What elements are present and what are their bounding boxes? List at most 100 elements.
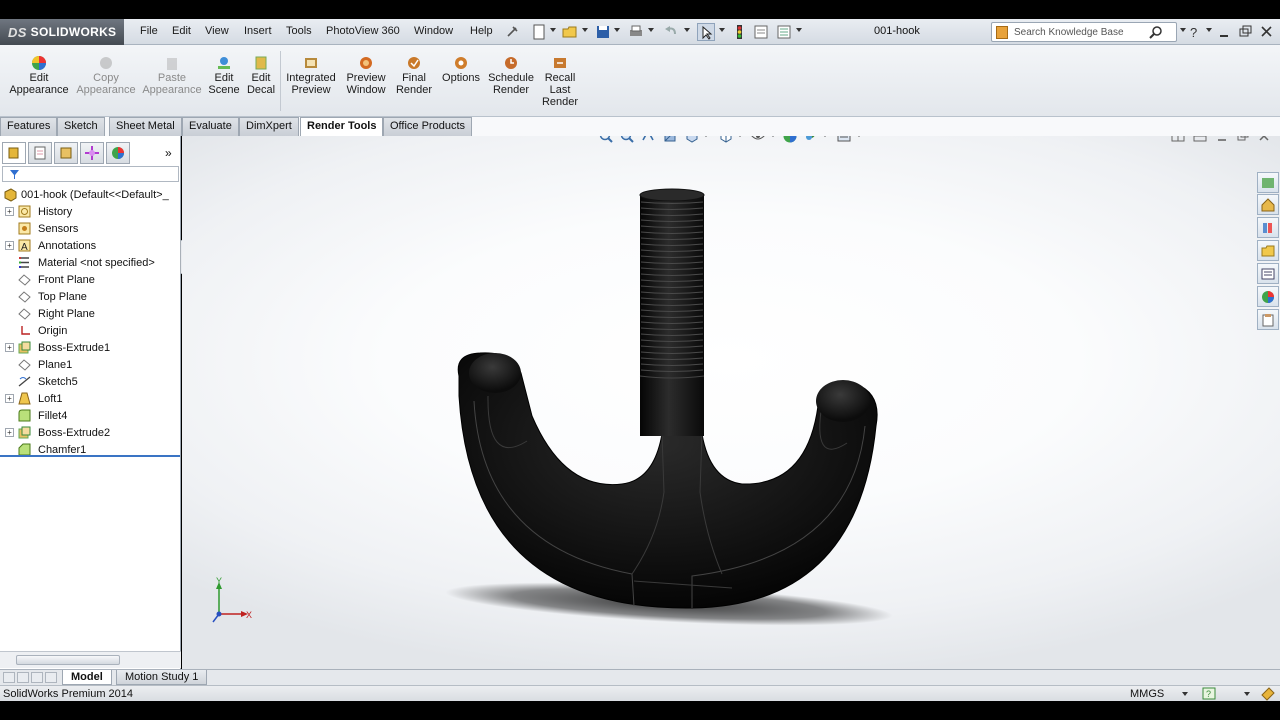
- tree-item-boss-extrude2[interactable]: + Boss-Extrude2: [0, 424, 181, 441]
- graphics-area[interactable]: Y X: [182, 136, 1280, 669]
- tree-filter[interactable]: [2, 166, 179, 182]
- view-palette-tab[interactable]: [1257, 240, 1279, 261]
- last-tab-arrow[interactable]: [45, 672, 57, 683]
- next-tab-arrow[interactable]: [31, 672, 43, 683]
- minimize-icon[interactable]: [1216, 23, 1234, 41]
- tab-model[interactable]: Model: [62, 670, 112, 685]
- close-icon[interactable]: [1258, 23, 1276, 41]
- search-icon[interactable]: [1148, 25, 1164, 41]
- search-box[interactable]: [991, 22, 1177, 42]
- undo-icon[interactable]: [662, 23, 680, 41]
- feature-tree-tab[interactable]: [2, 142, 26, 164]
- configuration-manager-tab[interactable]: [54, 142, 78, 164]
- solidworks-logo[interactable]: DS SOLIDWORKS: [0, 19, 124, 45]
- custom-properties-tab[interactable]: [1257, 263, 1279, 284]
- tab-sheet-metal[interactable]: Sheet Metal: [109, 117, 182, 136]
- display-manager-tab[interactable]: [106, 142, 130, 164]
- solidworks-resources-tab[interactable]: [1257, 172, 1279, 193]
- edit-decal-button[interactable]: Edit Decal: [245, 55, 277, 96]
- expand-icon[interactable]: +: [5, 241, 14, 250]
- tree-item-origin[interactable]: Origin: [0, 322, 181, 339]
- menu-tools[interactable]: Tools: [286, 25, 312, 37]
- new-document-icon[interactable]: [530, 23, 548, 41]
- final-render-button[interactable]: Final Render: [394, 55, 434, 96]
- open-dropdown-icon[interactable]: [582, 28, 588, 32]
- new-dropdown-icon[interactable]: [550, 28, 556, 32]
- save-icon[interactable]: [594, 23, 612, 41]
- tree-item-top-plane[interactable]: Top Plane: [0, 288, 181, 305]
- tree-root-part[interactable]: 001-hook (Default<<Default>_: [0, 186, 169, 203]
- unit-system[interactable]: MMGS: [1130, 688, 1164, 700]
- undo-dropdown-icon[interactable]: [684, 28, 690, 32]
- edit-appearance-button[interactable]: Edit Appearance: [8, 55, 70, 96]
- print-icon[interactable]: [627, 23, 645, 41]
- menu-help[interactable]: Help: [470, 25, 493, 37]
- tree-item-plane1[interactable]: Plane1: [0, 356, 181, 373]
- custom-properties-panel-tab[interactable]: [1257, 309, 1279, 330]
- status-dropdown-icon[interactable]: [1244, 692, 1250, 696]
- paste-appearance-button[interactable]: Paste Appearance: [142, 55, 202, 96]
- help-dropdown-icon[interactable]: [1206, 28, 1212, 32]
- design-library-tab[interactable]: [1257, 194, 1279, 215]
- tab-dimxpert[interactable]: DimXpert: [239, 117, 299, 136]
- recall-last-render-button[interactable]: Recall Last Render: [540, 55, 580, 108]
- tree-item-sketch5[interactable]: Sketch5: [0, 373, 181, 390]
- menu-view[interactable]: View: [205, 25, 229, 37]
- tree-item-loft1[interactable]: + Loft1: [0, 390, 181, 407]
- options-dropdown-icon[interactable]: [796, 28, 802, 32]
- tree-item-sensors[interactable]: Sensors: [0, 220, 181, 237]
- select-icon[interactable]: [697, 23, 715, 41]
- help-icon[interactable]: ?: [1185, 23, 1203, 41]
- print-dropdown-icon[interactable]: [648, 28, 654, 32]
- restore-icon[interactable]: [1237, 23, 1255, 41]
- integrated-preview-button[interactable]: Integrated Preview: [284, 55, 338, 96]
- menu-file[interactable]: File: [140, 25, 158, 37]
- rebuild-status-icon[interactable]: [1260, 686, 1276, 701]
- prev-tab-arrow[interactable]: [17, 672, 29, 683]
- tree-item-annotations[interactable]: + A Annotations: [0, 237, 181, 254]
- copy-appearance-button[interactable]: Copy Appearance: [76, 55, 136, 96]
- tab-render-tools[interactable]: Render Tools: [300, 117, 384, 137]
- expand-icon[interactable]: +: [5, 394, 14, 403]
- rollback-bar[interactable]: [0, 455, 180, 457]
- file-explorer-tab[interactable]: [1257, 217, 1279, 238]
- tab-motion-study[interactable]: Motion Study 1: [116, 670, 208, 685]
- tree-item-right-plane[interactable]: Right Plane: [0, 305, 181, 322]
- schedule-render-button[interactable]: Schedule Render: [488, 55, 534, 96]
- menu-insert[interactable]: Insert: [244, 25, 272, 37]
- tree-item-history[interactable]: + History: [0, 203, 181, 220]
- tab-office-products[interactable]: Office Products: [383, 117, 472, 136]
- rebuild-icon[interactable]: [730, 23, 748, 41]
- dimxpert-manager-tab[interactable]: [80, 142, 104, 164]
- tree-item-front-plane[interactable]: Front Plane: [0, 271, 181, 288]
- tab-sketch[interactable]: Sketch: [57, 117, 105, 136]
- menu-edit[interactable]: Edit: [172, 25, 191, 37]
- hook-part-model[interactable]: Y X: [182, 136, 1280, 669]
- first-tab-arrow[interactable]: [3, 672, 15, 683]
- expand-icon[interactable]: +: [5, 428, 14, 437]
- preview-window-button[interactable]: Preview Window: [344, 55, 388, 96]
- tree-item-fillet4[interactable]: Fillet4: [0, 407, 181, 424]
- appearances-tab[interactable]: [1257, 286, 1279, 307]
- more-tabs-icon[interactable]: »: [165, 146, 172, 160]
- select-dropdown-icon[interactable]: [719, 28, 725, 32]
- property-manager-tab[interactable]: [28, 142, 52, 164]
- tree-item-material-not-specified[interactable]: Material <not specified>: [0, 254, 181, 271]
- units-dropdown-icon[interactable]: [1182, 692, 1188, 696]
- menu-photoview[interactable]: PhotoView 360: [326, 25, 400, 37]
- menu-window[interactable]: Window: [414, 25, 453, 37]
- horizontal-scrollbar[interactable]: [0, 651, 181, 668]
- options-button[interactable]: Options: [440, 55, 482, 84]
- expand-icon[interactable]: +: [5, 207, 14, 216]
- tab-evaluate[interactable]: Evaluate: [182, 117, 239, 136]
- save-dropdown-icon[interactable]: [614, 28, 620, 32]
- file-properties-icon[interactable]: [752, 23, 770, 41]
- tree-item-boss-extrude1[interactable]: + Boss-Extrude1: [0, 339, 181, 356]
- search-input[interactable]: [1014, 25, 1144, 40]
- expand-icon[interactable]: +: [5, 343, 14, 352]
- pin-icon[interactable]: [503, 23, 521, 41]
- edit-scene-button[interactable]: Edit Scene: [208, 55, 240, 96]
- tab-features[interactable]: Features: [0, 117, 58, 136]
- open-folder-icon[interactable]: [561, 23, 579, 41]
- scrollbar-thumb[interactable]: [16, 655, 120, 665]
